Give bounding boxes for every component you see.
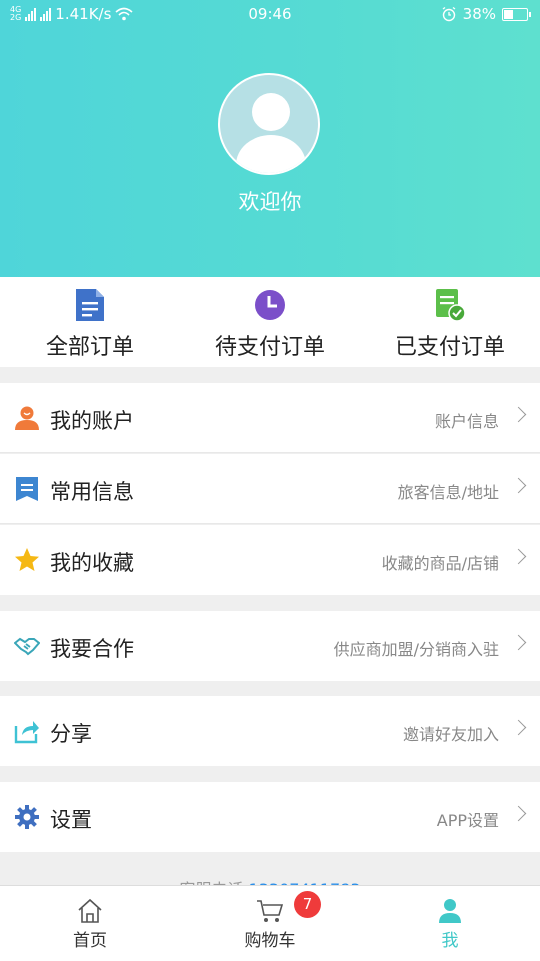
all-orders-label: 全部订单 bbox=[45, 335, 134, 360]
menu-item-title: 我要合作 bbox=[50, 637, 134, 661]
welcome-text: 欢迎你 bbox=[238, 190, 302, 214]
menu-item-title: 我的账户 bbox=[50, 409, 134, 433]
menu-item-subtitle: 账户信息 bbox=[434, 412, 499, 431]
document-icon bbox=[76, 289, 104, 321]
chevron-right-icon bbox=[510, 406, 527, 423]
gear-icon bbox=[15, 805, 39, 829]
tab-label: 我 bbox=[441, 931, 459, 951]
person-icon bbox=[439, 899, 461, 923]
battery-percent: 38% bbox=[462, 5, 496, 23]
home-icon bbox=[78, 898, 102, 923]
alarm-icon bbox=[442, 6, 456, 22]
chevron-right-icon bbox=[510, 634, 527, 651]
menu-item-subtitle: APP设置 bbox=[436, 811, 499, 830]
paid-orders-button[interactable]: 已支付订单 bbox=[360, 277, 540, 367]
menu-item-title: 常用信息 bbox=[50, 480, 134, 504]
menu-item-settings[interactable]: 设置 APP设置 bbox=[0, 782, 540, 852]
status-bar: 4G 2G 1.41K/s 09:46 38% bbox=[0, 0, 540, 30]
menu-item-share[interactable]: 分享 邀请好友加入 bbox=[0, 696, 540, 766]
person-icon bbox=[15, 406, 39, 430]
menu-item-subtitle: 供应商加盟/分销商入驻 bbox=[333, 640, 499, 659]
bookmark-icon bbox=[16, 477, 38, 501]
paid-check-icon bbox=[436, 289, 466, 322]
profile-header: 4G 2G 1.41K/s 09:46 38% 欢迎你 bbox=[0, 0, 540, 277]
all-orders-button[interactable]: 全部订单 bbox=[0, 277, 180, 367]
handshake-icon bbox=[14, 637, 40, 656]
share-icon bbox=[14, 721, 39, 744]
pending-orders-label: 待支付订单 bbox=[214, 335, 325, 360]
paid-orders-label: 已支付订单 bbox=[394, 335, 505, 360]
menu-item-account[interactable]: 我的账户 账户信息 bbox=[0, 383, 540, 453]
menu-item-title: 设置 bbox=[50, 808, 92, 832]
menu-item-subtitle: 收藏的商品/店铺 bbox=[381, 554, 499, 573]
bottom-tab-bar: 首页 购物车 我 bbox=[0, 885, 540, 961]
clock-icon bbox=[255, 290, 285, 320]
chevron-right-icon bbox=[510, 805, 527, 822]
tab-label: 购物车 bbox=[244, 931, 296, 951]
star-icon bbox=[15, 548, 39, 571]
menu-item-common-info[interactable]: 常用信息 旅客信息/地址 bbox=[0, 454, 540, 524]
chevron-right-icon bbox=[510, 719, 527, 736]
cart-badge: 7 bbox=[294, 891, 321, 918]
tab-cart[interactable]: 购物车 bbox=[180, 886, 360, 961]
menu-item-cooperation[interactable]: 我要合作 供应商加盟/分销商入驻 bbox=[0, 611, 540, 681]
cart-icon bbox=[257, 900, 284, 922]
menu-item-subtitle: 邀请好友加入 bbox=[402, 725, 499, 744]
order-shortcuts: 全部订单 待支付订单 已支付订单 bbox=[0, 277, 540, 367]
pending-orders-button[interactable]: 待支付订单 bbox=[180, 277, 360, 367]
menu-item-subtitle: 旅客信息/地址 bbox=[397, 483, 499, 502]
chevron-right-icon bbox=[510, 548, 527, 565]
chevron-right-icon bbox=[510, 477, 527, 494]
avatar[interactable] bbox=[218, 73, 320, 175]
menu-item-title: 我的收藏 bbox=[50, 551, 134, 575]
tab-home[interactable]: 首页 bbox=[0, 886, 180, 961]
tab-label: 首页 bbox=[73, 931, 107, 951]
battery-icon bbox=[502, 7, 531, 21]
menu-item-title: 分享 bbox=[50, 722, 92, 746]
tab-me[interactable]: 我 bbox=[360, 886, 540, 961]
menu-item-favorites[interactable]: 我的收藏 收藏的商品/店铺 bbox=[0, 525, 540, 595]
